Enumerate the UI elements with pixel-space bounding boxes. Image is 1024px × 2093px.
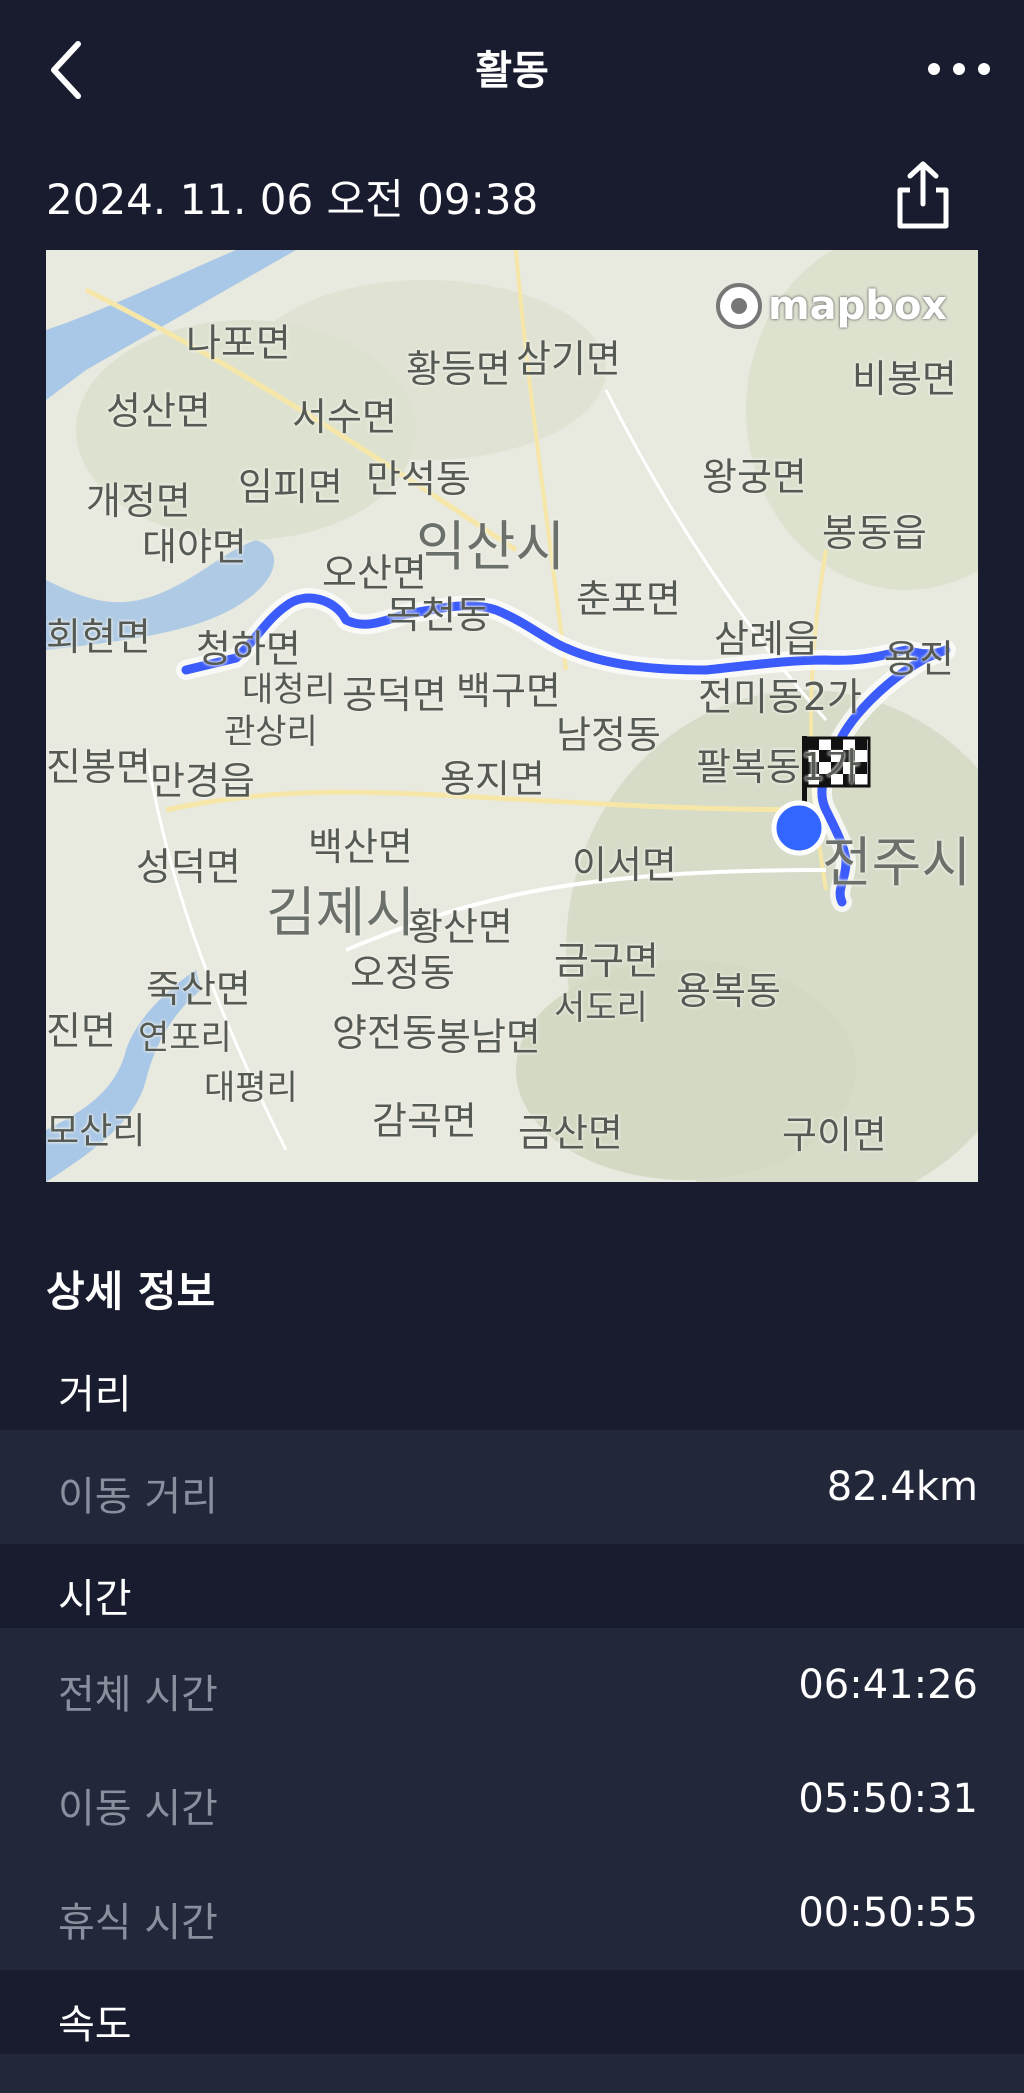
map-label: 백구면 xyxy=(456,669,561,713)
map-label: 서도리 xyxy=(554,988,648,1028)
time-group: 전체 시간 06:41:26 이동 시간 05:50:31 휴식 시간 00:5… xyxy=(0,1628,1024,1970)
map-label: 대평리 xyxy=(204,1068,298,1108)
map-label: 용지면 xyxy=(440,757,545,801)
more-horizontal-icon xyxy=(928,63,990,75)
map-label: 임피면 xyxy=(238,465,343,509)
map-label: 성덕면 xyxy=(136,845,241,889)
map-label: 삼기면 xyxy=(516,337,621,381)
time-header-label: 시간 xyxy=(58,1576,132,1622)
more-options-button[interactable] xyxy=(924,46,994,92)
map-label: 금구면 xyxy=(554,939,659,983)
distance-header-label: 거리 xyxy=(58,1372,132,1418)
row-value: 05:50:31 xyxy=(798,1776,978,1822)
speed-group xyxy=(0,2054,1024,2093)
map-label: 관상리 xyxy=(224,712,318,752)
mapbox-logo-icon xyxy=(716,283,762,329)
distance-group: 이동 거리 82.4km xyxy=(0,1430,1024,1544)
map-label: 김제시 xyxy=(266,881,416,944)
map-label: 진면 xyxy=(46,1009,116,1053)
row-value: 06:41:26 xyxy=(798,1662,978,1708)
map-label: 감곡면 xyxy=(372,1099,477,1143)
row-label: 이동 시간 xyxy=(58,1786,218,1832)
map-label: 목천동 xyxy=(386,593,491,637)
map-label: 대야면 xyxy=(142,525,247,569)
distance-group-header: 거리 xyxy=(0,1340,1024,1430)
map-label: 용복동 xyxy=(676,969,781,1013)
activity-datetime: 2024. 11. 06 오전 09:38 xyxy=(46,175,539,224)
map-label: 왕궁면 xyxy=(702,455,807,499)
row-label: 휴식 시간 xyxy=(58,1900,218,1946)
start-marker-icon xyxy=(771,800,827,856)
list-item: 휴식 시간 00:50:55 xyxy=(0,1856,1024,1970)
map-label: 금산면 xyxy=(518,1111,623,1155)
map-label: 백산면 xyxy=(308,825,413,869)
speed-header-label: 속도 xyxy=(58,2002,132,2048)
mapbox-attribution[interactable]: mapbox xyxy=(716,280,947,332)
map-label: 만석동 xyxy=(366,457,471,501)
list-item: 전체 시간 06:41:26 xyxy=(0,1628,1024,1742)
map-label: 봉동읍 xyxy=(822,511,927,555)
speed-group-header: 속도 xyxy=(0,1970,1024,2060)
list-item: 이동 거리 82.4km xyxy=(0,1430,1024,1544)
row-label: 전체 시간 xyxy=(58,1672,218,1718)
map-label: 나포면 xyxy=(186,321,291,365)
route-map[interactable]: 나포면 황등면 삼기면 비봉면 성산면 서수면 왕궁면 개정면 임피면 만석동 … xyxy=(46,250,978,1182)
details-section-title: 상세 정보 xyxy=(46,1267,216,1316)
map-label: 공덕면 xyxy=(342,673,447,717)
share-icon xyxy=(897,161,949,229)
map-label: 춘포면 xyxy=(576,577,681,621)
map-label: 팔복동1가 xyxy=(696,745,861,789)
map-label: 오정동 xyxy=(350,951,455,995)
map-label: 전미동2가 xyxy=(698,675,863,719)
activity-screen: 활동 2024. 11. 06 오전 09:38 나포면 황등면 삼기면 비봉면… xyxy=(0,0,1024,2093)
top-app-bar: 활동 xyxy=(0,0,1024,136)
map-label: 성산면 xyxy=(106,389,211,433)
map-label: 구이면 xyxy=(782,1113,887,1157)
map-label: 회현면 xyxy=(46,615,151,659)
share-button[interactable] xyxy=(890,158,956,232)
map-label: 진봉면 xyxy=(46,745,151,789)
map-label: 익산시 xyxy=(416,515,566,578)
map-label: 황등면 xyxy=(406,347,511,391)
map-label: 비봉면 xyxy=(852,357,957,401)
list-item: 이동 시간 05:50:31 xyxy=(0,1742,1024,1856)
map-label: 연포리 xyxy=(138,1018,232,1058)
map-label: 전주시 xyxy=(822,831,972,894)
map-label: 모산리 xyxy=(46,1111,146,1152)
row-value: 82.4km xyxy=(826,1464,978,1510)
map-label: 남정동 xyxy=(556,713,661,757)
map-label: 이서면 xyxy=(572,843,677,887)
map-label: 용진 xyxy=(884,637,954,681)
map-label: 서수면 xyxy=(292,395,397,439)
map-label: 양전동 xyxy=(332,1011,437,1055)
mapbox-wordmark: mapbox xyxy=(768,283,948,329)
time-group-header: 시간 xyxy=(0,1544,1024,1634)
map-label: 삼례읍 xyxy=(714,617,819,661)
row-value: 00:50:55 xyxy=(798,1890,978,1936)
map-label: 만경읍 xyxy=(150,759,255,803)
map-label: 죽산면 xyxy=(146,967,251,1011)
row-label: 이동 거리 xyxy=(58,1474,218,1520)
page-title: 활동 xyxy=(475,48,549,94)
map-label: 봉남면 xyxy=(436,1015,541,1059)
